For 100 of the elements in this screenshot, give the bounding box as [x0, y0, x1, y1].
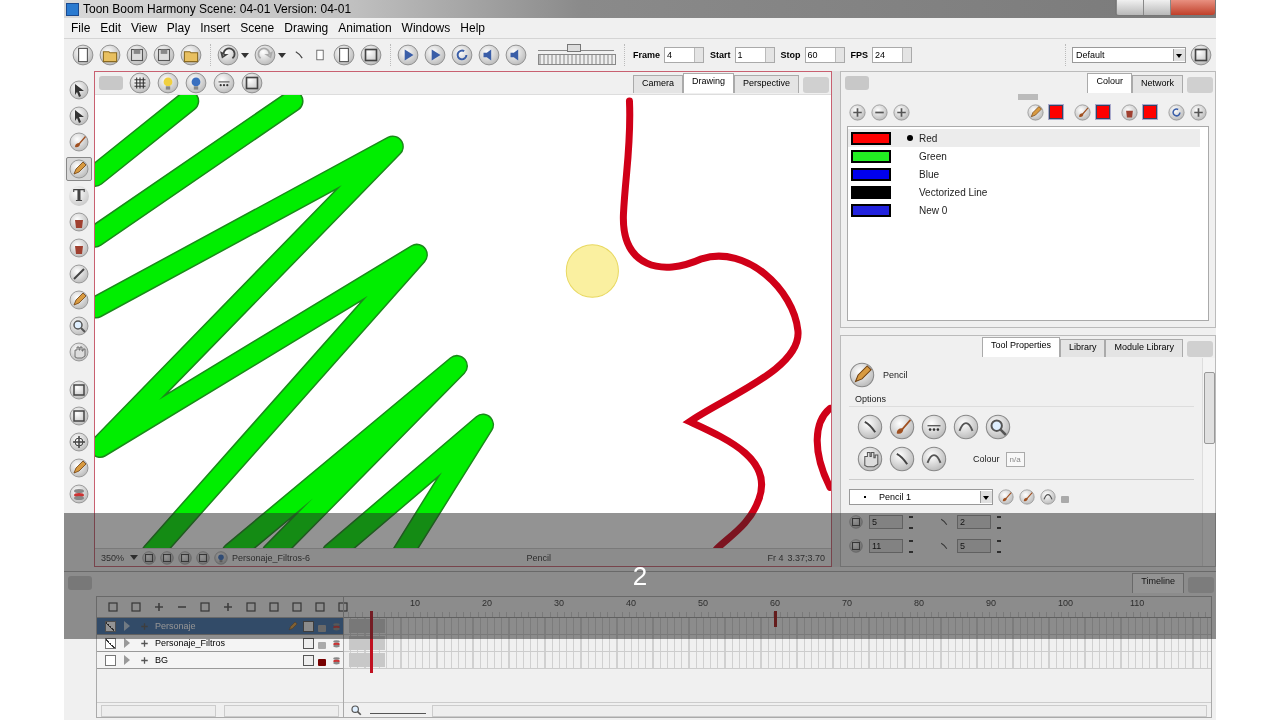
colour-row[interactable]: Vectorized Line	[848, 183, 1200, 201]
loop-icon[interactable]	[451, 44, 473, 66]
size-field[interactable]: 5	[869, 515, 903, 529]
remove-colour-icon[interactable]	[871, 103, 888, 121]
caret-icon[interactable]	[241, 52, 249, 58]
playhead[interactable]	[369, 611, 373, 673]
layer-checkbox[interactable]	[105, 637, 116, 649]
scrollbar[interactable]	[1202, 358, 1215, 566]
text-tool[interactable]: T	[69, 186, 89, 206]
layer-checkbox[interactable]	[105, 654, 116, 666]
current-colour-swatch[interactable]	[1096, 105, 1110, 119]
new-document-icon[interactable]	[72, 44, 94, 66]
smoothing-field[interactable]: 2	[957, 515, 991, 529]
lock-icon[interactable]	[318, 658, 326, 666]
brush-cursor-icon	[565, 244, 619, 298]
view-tab[interactable]: Camera	[632, 75, 683, 93]
colour-name: Blue	[919, 168, 939, 180]
save-icon[interactable]	[126, 44, 148, 66]
layer-toggle[interactable]	[303, 637, 314, 649]
minimize-button[interactable]	[1116, 0, 1143, 15]
menu-item[interactable]: Windows	[396, 21, 456, 35]
panel-splitter[interactable]	[832, 71, 840, 567]
volume-slider-thumb[interactable]	[566, 44, 581, 52]
collapse-handle[interactable]	[1018, 94, 1038, 100]
colour-row[interactable]: New 0	[848, 201, 1200, 219]
colour-row[interactable]: Green	[848, 147, 1200, 165]
current-colour-swatch[interactable]	[1049, 105, 1063, 119]
layer-row[interactable]: Personaje_Filtros	[97, 635, 343, 652]
panel-tab[interactable]: Module Library	[1105, 339, 1183, 357]
caret-icon[interactable]	[278, 52, 286, 58]
panel-tab[interactable]: Tool Properties	[981, 337, 1060, 357]
shape-icon[interactable]	[921, 446, 947, 472]
add-texture-icon[interactable]	[893, 103, 910, 121]
smoothing-field[interactable]: 5	[957, 539, 991, 553]
menu-item[interactable]: Animation	[333, 21, 397, 35]
view-tab[interactable]: Drawing	[682, 73, 734, 93]
colour-row[interactable]: Blue	[848, 165, 1200, 183]
number-field[interactable]: 4	[664, 47, 704, 63]
open-folder-icon[interactable]	[99, 44, 121, 66]
preset-dropdown[interactable]: Pencil 1	[849, 489, 993, 505]
bucket-icon[interactable]	[1121, 103, 1138, 121]
number-field[interactable]: 1	[734, 47, 775, 63]
layer-toggle[interactable]	[303, 654, 314, 666]
panel-tab[interactable]: Network	[1132, 75, 1183, 93]
sound-scrub-icon[interactable]	[505, 44, 527, 66]
menu-item[interactable]: Play	[161, 21, 196, 35]
zoom-icon[interactable]	[348, 702, 364, 718]
scrollbar[interactable]	[432, 705, 1207, 717]
stop-marker[interactable]	[773, 611, 777, 627]
paste-icon[interactable]	[333, 44, 355, 66]
brush-icon[interactable]	[889, 414, 915, 440]
panel-tab[interactable]: Timeline	[1132, 573, 1184, 593]
workspace-dropdown[interactable]: Default	[1072, 47, 1186, 63]
curve-icon[interactable]	[889, 446, 915, 472]
brush-icon[interactable]	[1074, 103, 1091, 121]
colour-row[interactable]: Red	[848, 129, 1200, 147]
menu-item[interactable]: View	[126, 21, 162, 35]
scrollbar[interactable]	[224, 705, 339, 717]
new-preset-icon[interactable]	[998, 489, 1014, 505]
delete-preset-icon[interactable]	[1019, 489, 1035, 505]
swap-icon[interactable]	[1190, 103, 1207, 121]
menu-item[interactable]: Edit	[95, 21, 127, 35]
zoom-icon[interactable]	[985, 414, 1011, 440]
colour-name: Green	[919, 150, 947, 162]
frame-label: 20	[482, 597, 493, 610]
sound-icon[interactable]	[478, 44, 500, 66]
restore-button[interactable]	[1143, 0, 1170, 15]
export-icon[interactable]	[180, 44, 202, 66]
menu-item[interactable]: Scene	[235, 21, 280, 35]
undo-icon[interactable]	[217, 44, 239, 66]
add-colour-icon[interactable]	[849, 103, 866, 121]
current-colour-swatch[interactable]	[1143, 105, 1157, 119]
play-icon[interactable]	[397, 44, 419, 66]
menu-item[interactable]: Drawing	[279, 21, 334, 35]
bulb-icon[interactable]	[185, 72, 207, 94]
number-field[interactable]: 60	[804, 47, 845, 63]
onion-skin-icon[interactable]	[213, 72, 235, 94]
zoom-level[interactable]: 350%	[101, 552, 125, 563]
light-bulb-icon[interactable]	[157, 72, 179, 94]
layer-checkbox[interactable]	[105, 620, 116, 632]
panel-tab[interactable]: Library	[1059, 339, 1106, 357]
size-field[interactable]: 11	[869, 539, 903, 553]
square-icon[interactable]	[178, 550, 193, 565]
angle-icon[interactable]	[953, 414, 979, 440]
number-field[interactable]: 24	[872, 47, 913, 63]
menu-item[interactable]: Insert	[195, 21, 236, 35]
hand-icon[interactable]	[857, 446, 883, 472]
options-label: Options	[855, 394, 888, 404]
scrollbar[interactable]	[101, 705, 216, 717]
pencil-icon[interactable]	[1027, 103, 1044, 121]
layer-row[interactable]: BG	[97, 652, 343, 669]
view-tab[interactable]: Perspective	[733, 75, 799, 93]
menu-item[interactable]: Help	[455, 21, 490, 35]
play-preview-icon[interactable]	[424, 44, 446, 66]
menu-item[interactable]: File	[66, 21, 96, 35]
panel-tab[interactable]: Colour	[1087, 73, 1132, 93]
save-as-icon[interactable]	[153, 44, 175, 66]
layer-toggle[interactable]	[303, 620, 314, 632]
grid-icon[interactable]	[129, 72, 151, 94]
pencil-icon[interactable]	[849, 362, 875, 388]
